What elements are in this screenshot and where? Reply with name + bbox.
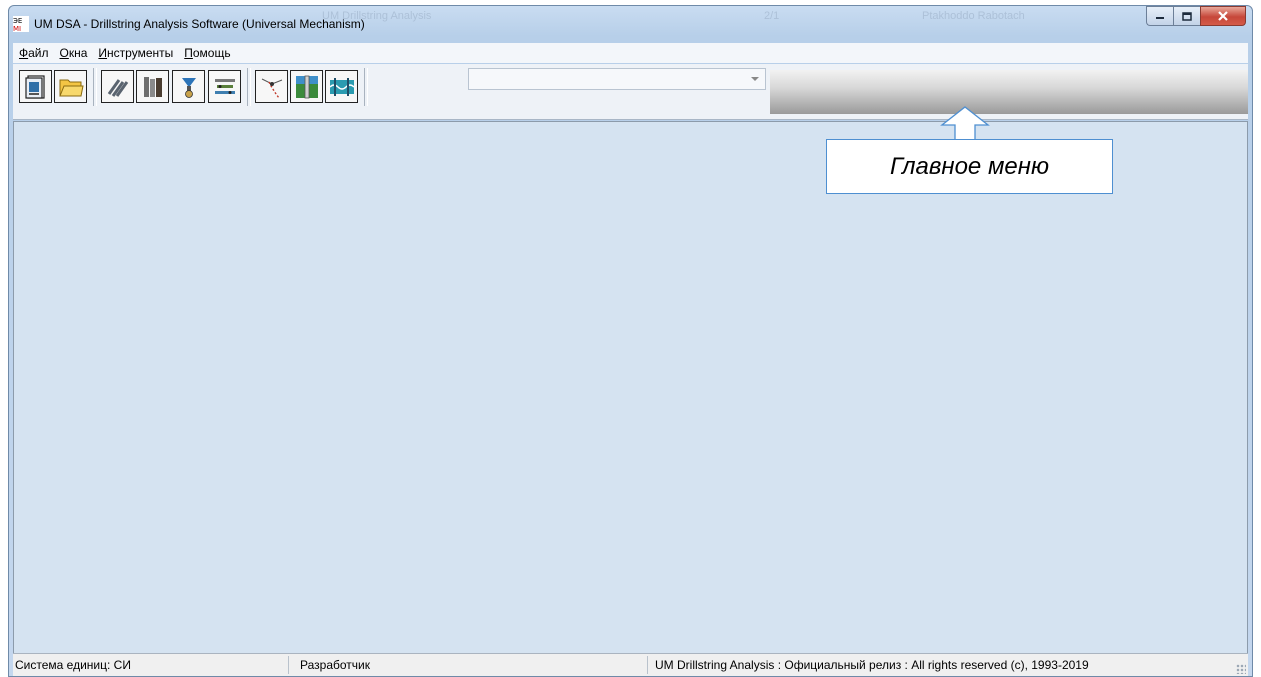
drill-collars-icon (143, 76, 162, 97)
svg-text:MI: MI (13, 25, 21, 32)
status-release: UM Drillstring Analysis : Официальный ре… (655, 658, 1089, 672)
callout-label: Главное меню (826, 139, 1113, 194)
background-window-title: UM Drillstring Analysis (322, 10, 432, 22)
status-mode: Разработчик (300, 658, 370, 672)
menu-tools[interactable]: Инструменты (92, 46, 178, 60)
title-bar[interactable]: ЭE MI UM DSA - Drillstring Analysis Soft… (9, 6, 1252, 42)
wellbore-section-button[interactable] (290, 70, 323, 103)
open-folder-button[interactable] (54, 70, 87, 103)
menu-help[interactable]: Помощь (178, 46, 235, 60)
status-separator (288, 656, 289, 674)
open-folder-icon (58, 79, 84, 96)
maximize-icon (1182, 11, 1192, 21)
toolbar-separator (93, 68, 97, 106)
toolbar-dropdown[interactable] (468, 68, 766, 90)
toolbar (13, 64, 1248, 120)
bit-icon (181, 77, 196, 98)
maximize-button[interactable] (1173, 6, 1200, 26)
wellbore-section-icon (295, 75, 318, 98)
toolbar-empty-area (770, 70, 1248, 114)
resize-grip[interactable] (1236, 664, 1246, 674)
new-document-button[interactable] (19, 70, 52, 103)
close-icon (1218, 11, 1228, 21)
window-controls (1146, 6, 1246, 26)
drillstring-vibration-button[interactable] (325, 70, 358, 103)
callout-arrow-icon (940, 106, 990, 141)
well-trajectory-button[interactable] (255, 70, 288, 103)
well-trajectory-icon (261, 78, 282, 98)
app-logo-icon: ЭE MI (13, 16, 29, 32)
status-separator (647, 656, 648, 674)
mdi-client-area[interactable] (13, 121, 1248, 654)
app-window: ЭE MI UM DSA - Drillstring Analysis Soft… (8, 5, 1253, 677)
minimize-button[interactable] (1146, 6, 1173, 26)
status-units: Система единиц: СИ (15, 658, 131, 672)
svg-text:ЭE: ЭE (13, 17, 22, 25)
chevron-down-icon (751, 77, 759, 81)
window-title: UM DSA - Drillstring Analysis Software (… (34, 17, 365, 31)
new-document-icon (24, 74, 45, 99)
drill-pipe-icon (107, 78, 128, 97)
drill-pipe-button[interactable] (101, 70, 134, 103)
toolbar-separator (247, 68, 251, 106)
drill-collars-button[interactable] (136, 70, 169, 103)
main-menu-bar: Файл Окна Инструменты Помощь (13, 43, 1248, 63)
close-button[interactable] (1200, 6, 1246, 26)
bha-assembly-button[interactable] (208, 70, 241, 103)
minimize-icon (1156, 17, 1164, 19)
bit-button[interactable] (172, 70, 205, 103)
background-window-title: 2/1 (764, 10, 780, 22)
status-bar: Система единиц: СИ Разработчик UM Drills… (13, 653, 1248, 676)
bha-assembly-icon (214, 78, 235, 94)
menu-file[interactable]: Файл (13, 46, 54, 60)
background-window-title: Ptakhoddo Rabotach (922, 10, 1025, 22)
toolbar-separator (364, 68, 368, 106)
drillstring-vibration-icon (329, 77, 354, 96)
menu-windows[interactable]: Окна (54, 46, 93, 60)
